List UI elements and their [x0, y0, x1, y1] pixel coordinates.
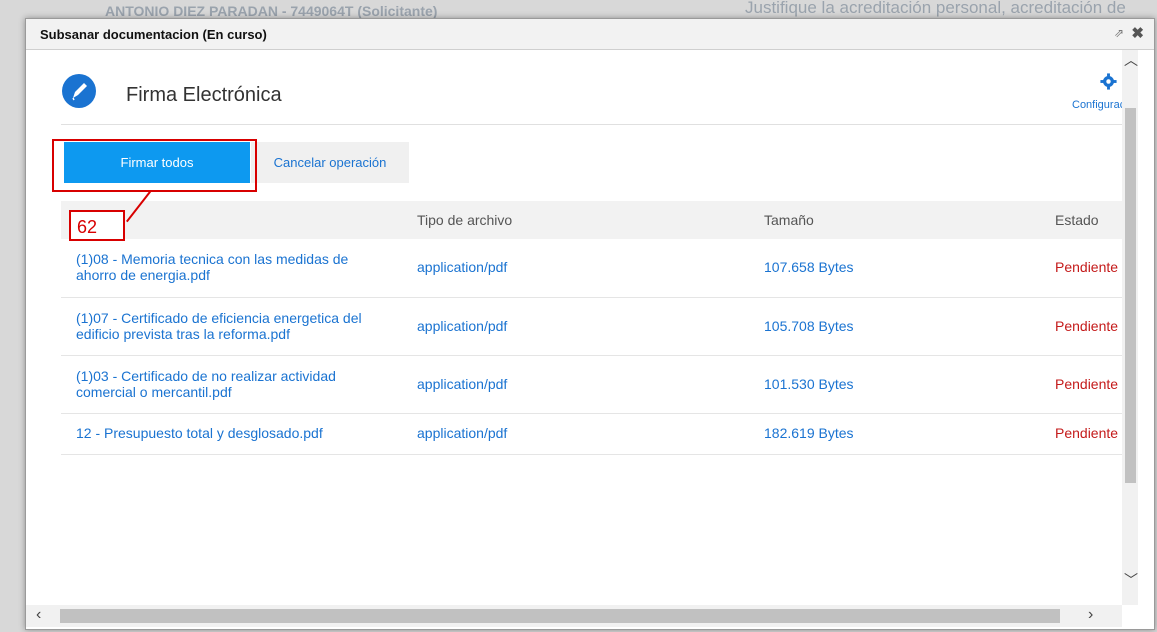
close-icon[interactable]: ✖ [1131, 24, 1144, 42]
horizontal-scrollbar[interactable]: ‹ › [26, 605, 1122, 627]
table-row: (1)07 - Certificado de eficiencia energe… [61, 298, 1122, 356]
table-row: 12 - Presupuesto total y desglosado.pdf … [61, 414, 1122, 455]
pen-icon [62, 74, 96, 108]
header-divider [61, 124, 1122, 125]
config-link[interactable]: Configuración [1072, 99, 1122, 111]
gear-icon[interactable] [1100, 73, 1117, 90]
status-badge: Pendiente [1055, 425, 1119, 441]
column-header-status: Estado [1055, 212, 1099, 228]
status-badge: Pendiente [1055, 318, 1119, 334]
scroll-right-icon[interactable]: › [1088, 606, 1093, 624]
file-type: application/pdf [417, 259, 508, 275]
file-type: application/pdf [417, 318, 508, 334]
dialog-content: Firma Electrónica Configuración Firmar t… [26, 50, 1122, 605]
dialog-title: Subsanar documentacion (En curso) [40, 27, 267, 42]
cancel-operation-button[interactable]: Cancelar operación [251, 142, 409, 183]
file-size: 182.619 Bytes [764, 425, 854, 441]
table-header: Tipo de archivo Tamaño Estado [61, 201, 1122, 239]
file-name-link[interactable]: (1)08 - Memoria tecnica con las medidas … [76, 251, 376, 283]
table-row: (1)08 - Memoria tecnica con las medidas … [61, 239, 1122, 298]
file-size: 107.658 Bytes [764, 259, 854, 275]
vertical-scrollbar[interactable]: ︿ ﹀ [1122, 50, 1138, 605]
table-row: (1)03 - Certificado de no realizar activ… [61, 356, 1122, 414]
status-badge: Pendiente [1055, 259, 1119, 275]
status-badge: Pendiente [1055, 376, 1119, 392]
external-link-icon[interactable]: ⇗ [1114, 26, 1124, 40]
sign-dialog: Subsanar documentacion (En curso) ⇗ ✖ Fi… [25, 18, 1155, 630]
annotation-highlight-box [52, 139, 257, 192]
file-size: 101.530 Bytes [764, 376, 854, 392]
file-type: application/pdf [417, 376, 508, 392]
file-name-link[interactable]: (1)03 - Certificado de no realizar activ… [76, 368, 376, 400]
column-header-size: Tamaño [764, 212, 814, 228]
file-type: application/pdf [417, 425, 508, 441]
scroll-down-icon[interactable]: ﹀ [1124, 570, 1138, 590]
file-name-link[interactable]: (1)07 - Certificado de eficiencia energe… [76, 310, 376, 342]
dialog-titlebar: Subsanar documentacion (En curso) ⇗ ✖ [26, 19, 1154, 50]
scroll-up-icon[interactable]: ︿ [1124, 50, 1138, 70]
file-name-link[interactable]: 12 - Presupuesto total y desglosado.pdf [76, 425, 323, 441]
background-applicant-text: ANTONIO DIEZ PARADAN - 7449064T (Solicit… [105, 3, 438, 19]
page-title: Firma Electrónica [126, 84, 282, 106]
horizontal-scroll-thumb[interactable] [60, 609, 1060, 623]
vertical-scroll-thumb[interactable] [1125, 108, 1136, 483]
background-justify-text: Justifique la acreditación personal, acr… [745, 0, 1126, 17]
file-size: 105.708 Bytes [764, 318, 854, 334]
column-header-type: Tipo de archivo [417, 212, 513, 228]
scroll-left-icon[interactable]: ‹ [36, 606, 41, 624]
background-window: ANTONIO DIEZ PARADAN - 7449064T (Solicit… [0, 0, 1157, 20]
annotation-number: 62 [69, 210, 125, 241]
